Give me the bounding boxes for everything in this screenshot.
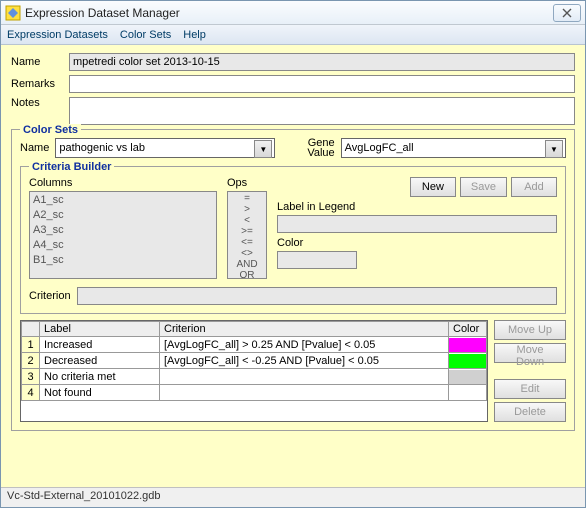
movedown-button[interactable]: Move Down — [494, 343, 566, 363]
remarks-input[interactable] — [69, 75, 575, 93]
th-color: Color — [449, 322, 487, 337]
notes-label: Notes — [11, 97, 69, 109]
list-item[interactable]: A2_sc — [31, 208, 215, 223]
app-icon — [5, 5, 21, 21]
th-num — [22, 322, 40, 337]
columns-listbox[interactable]: A1_sc A2_sc A3_sc A4_sc B1_sc — [29, 191, 217, 279]
delete-button[interactable]: Delete — [494, 402, 566, 422]
menu-help[interactable]: Help — [183, 29, 206, 41]
menu-color-sets[interactable]: Color Sets — [120, 29, 171, 41]
menu-expression-datasets[interactable]: Expression Datasets — [7, 29, 108, 41]
list-item[interactable]: A1_sc — [31, 193, 215, 208]
close-button[interactable] — [553, 4, 581, 22]
list-item[interactable]: A4_sc — [31, 238, 215, 253]
add-button[interactable]: Add — [511, 177, 557, 197]
color-picker[interactable] — [277, 251, 357, 269]
table-row[interactable]: 3No criteria met — [22, 369, 487, 385]
app-window: Expression Dataset Manager Expression Da… — [0, 0, 586, 508]
th-criterion: Criterion — [160, 322, 449, 337]
label-in-legend-label: Label in Legend — [277, 201, 557, 213]
name-input[interactable] — [69, 53, 575, 71]
window-title: Expression Dataset Manager — [25, 6, 180, 20]
ops-listbox[interactable]: = > < >= <= <> AND OR — [227, 191, 267, 279]
moveup-button[interactable]: Move Up — [494, 320, 566, 340]
titlebar: Expression Dataset Manager — [1, 1, 585, 25]
table-row[interactable]: 4Not found — [22, 385, 487, 401]
content-area: Name Remarks Notes Color Sets Name patho… — [1, 45, 585, 487]
columns-label: Columns — [29, 177, 217, 189]
label-in-legend-input[interactable] — [277, 215, 557, 233]
criteria-table: Label Criterion Color 1Increased[AvgLogF… — [20, 320, 488, 422]
name-label: Name — [11, 56, 69, 68]
ops-label: Ops — [227, 177, 267, 189]
save-button[interactable]: Save — [460, 177, 507, 197]
colorsets-legend: Color Sets — [20, 124, 81, 136]
criterion-input[interactable] — [77, 287, 557, 305]
list-item[interactable]: B1_sc — [31, 253, 215, 268]
gene-value-combo[interactable]: AvgLogFC_all — [341, 138, 566, 158]
remarks-label: Remarks — [11, 78, 69, 90]
statusbar: Vc-Std-External_20101022.gdb — [1, 487, 585, 507]
criterion-label: Criterion — [29, 290, 71, 302]
menubar: Expression Datasets Color Sets Help — [1, 25, 585, 45]
table-row[interactable]: 1Increased[AvgLogFC_all] > 0.25 AND [Pva… — [22, 337, 487, 353]
table-row[interactable]: 2Decreased[AvgLogFC_all] < -0.25 AND [Pv… — [22, 353, 487, 369]
gene-label-2: Value — [307, 148, 334, 158]
criteria-legend: Criteria Builder — [29, 161, 114, 173]
cs-name-label: Name — [20, 142, 49, 154]
notes-textarea[interactable] — [69, 97, 575, 125]
colorsets-fieldset: Color Sets Name pathogenic vs lab Gene V… — [11, 129, 575, 431]
new-button[interactable]: New — [410, 177, 456, 197]
list-item[interactable]: A3_sc — [31, 223, 215, 238]
th-label: Label — [40, 322, 160, 337]
edit-button[interactable]: Edit — [494, 379, 566, 399]
color-label: Color — [277, 237, 557, 249]
cs-name-combo[interactable]: pathogenic vs lab — [55, 138, 275, 158]
criteria-builder-fieldset: Criteria Builder Columns A1_sc A2_sc A3_… — [20, 166, 566, 314]
